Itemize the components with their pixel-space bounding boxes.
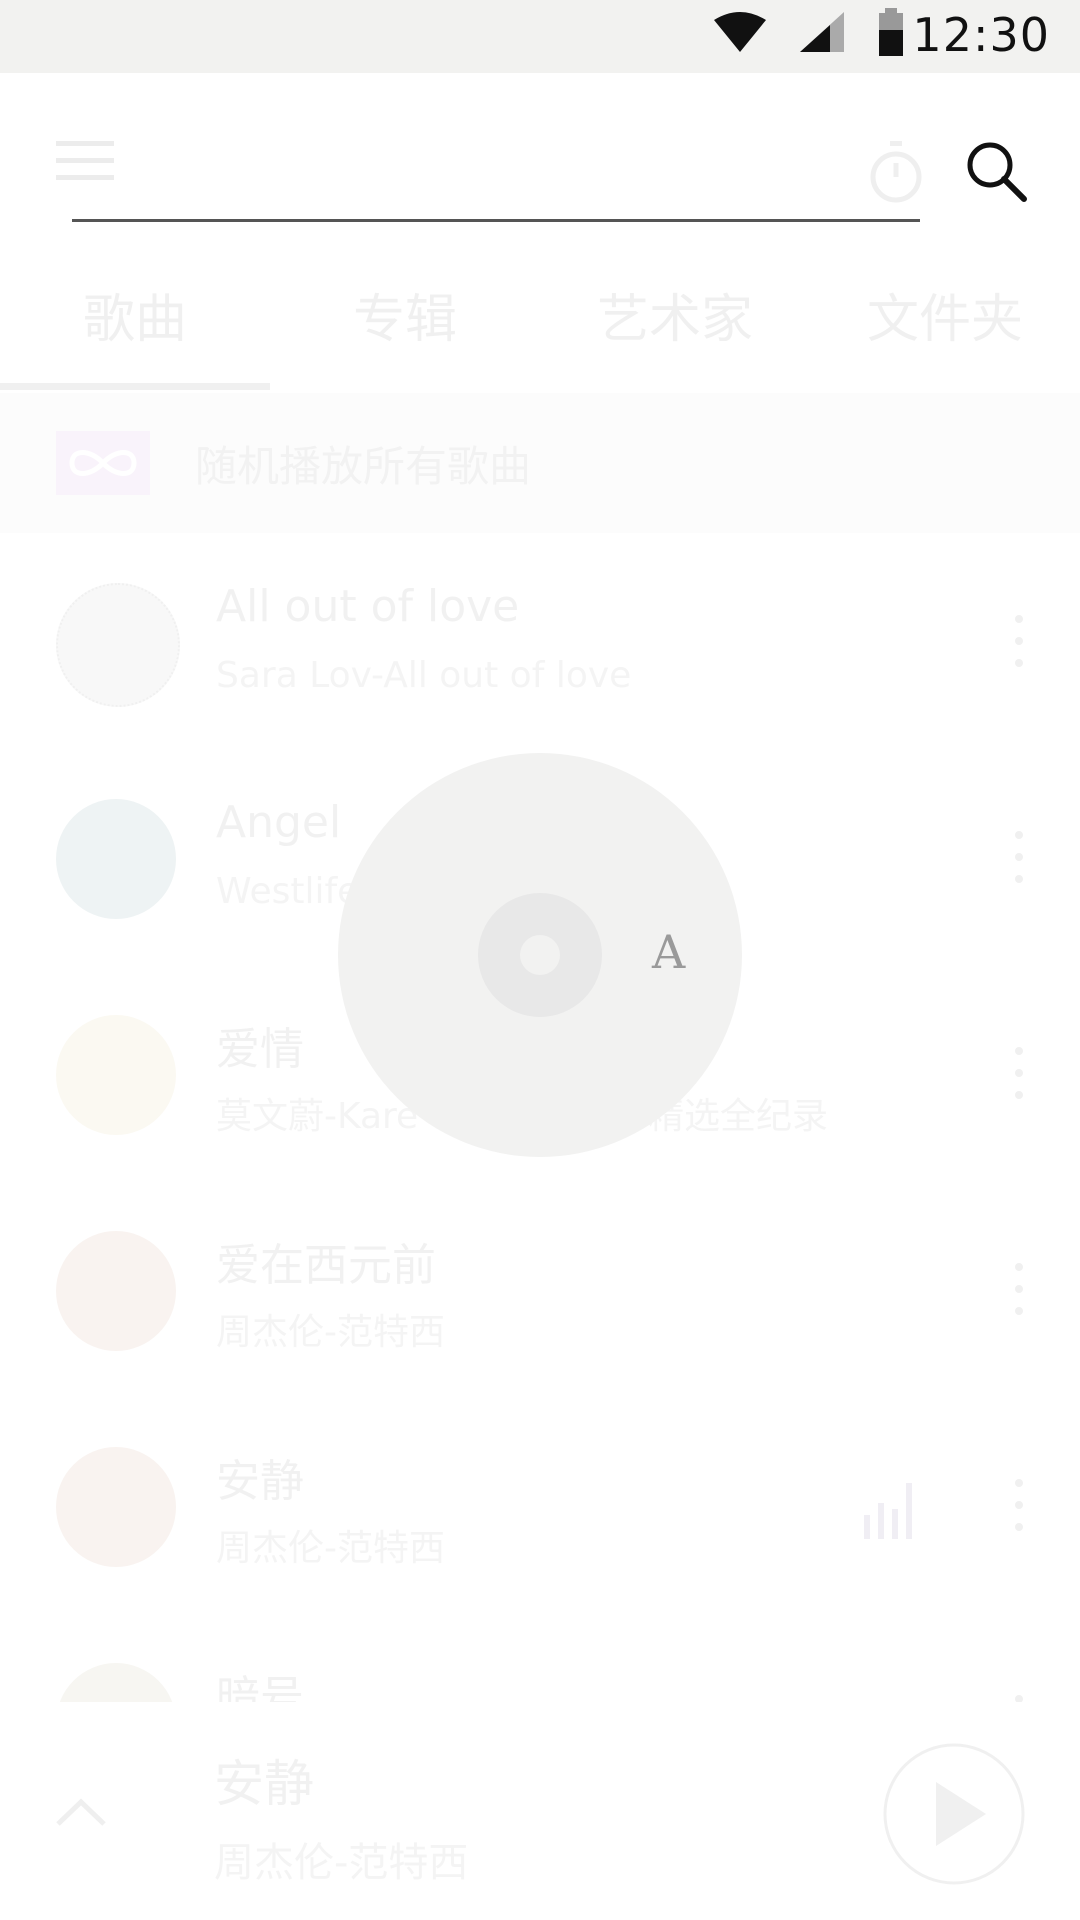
battery-icon [879, 8, 903, 56]
song-subtitle: Westlife [216, 871, 360, 912]
song-title: All out of love [216, 581, 520, 632]
play-icon [936, 1782, 986, 1846]
song-title: 安静 [216, 1456, 304, 1507]
tab-indicator [0, 383, 270, 390]
now-playing-bars-icon [864, 1483, 912, 1539]
album-art [56, 1015, 176, 1135]
song-row[interactable]: All out of love Sara Lov-All out of love [0, 533, 1080, 749]
tab-bar: 歌曲 专辑 艺术家 文件夹 [0, 268, 1080, 390]
song-row[interactable]: 爱在西元前 周杰伦-范特西 [0, 1181, 1080, 1397]
search-icon[interactable] [962, 137, 1032, 207]
song-title: 爱在西元前 [216, 1240, 436, 1291]
shuffle-all-label: 随机播放所有歌曲 [195, 442, 532, 491]
shuffle-infinity-icon [56, 431, 150, 495]
now-playing-bar[interactable]: 安静 周杰伦-范特西 [0, 1702, 1080, 1920]
song-title: 爱情 [216, 1024, 304, 1075]
status-bar: 12:30 [0, 0, 1080, 73]
song-subtitle: Sara Lov-All out of love [216, 655, 632, 696]
menu-icon[interactable] [56, 141, 114, 181]
more-vert-icon[interactable] [1012, 831, 1024, 885]
play-button[interactable] [882, 1742, 1026, 1886]
more-vert-icon[interactable] [1012, 615, 1024, 669]
album-art [56, 799, 176, 919]
shuffle-all-row[interactable]: 随机播放所有歌曲 [0, 393, 1080, 533]
toolbar [0, 73, 1080, 233]
album-art [56, 1231, 176, 1351]
album-art [56, 583, 180, 707]
search-input[interactable] [72, 219, 920, 222]
disc-ring [478, 893, 602, 1017]
tab-folders[interactable]: 文件夹 [810, 268, 1080, 378]
more-vert-icon[interactable] [1012, 1479, 1024, 1533]
album-art [56, 1447, 176, 1567]
now-playing-title: 安静 [214, 1755, 314, 1813]
tab-albums[interactable]: 专辑 [270, 268, 540, 378]
signal-icon [800, 12, 844, 52]
now-playing-subtitle: 周杰伦-范特西 [214, 1840, 469, 1886]
music-app-screen: 12:30 歌曲 专辑 艺术家 文件夹 随机播放所有歌曲 All out of … [0, 0, 1080, 1920]
song-row[interactable]: 安静 周杰伦-范特西 [0, 1397, 1080, 1613]
song-subtitle: 莫文蔚-Kare [216, 1096, 419, 1137]
tab-songs[interactable]: 歌曲 [0, 268, 270, 378]
song-subtitle: 周杰伦-范特西 [216, 1312, 445, 1353]
disc-hole [520, 935, 560, 975]
wifi-icon [714, 12, 766, 52]
tab-artists[interactable]: 艺术家 [540, 268, 810, 378]
expand-up-icon[interactable] [54, 1794, 108, 1830]
timer-icon[interactable] [868, 139, 924, 205]
song-subtitle: 周杰伦-范特西 [216, 1528, 445, 1569]
index-popup-disc: A [338, 753, 742, 1157]
index-letter: A [652, 925, 686, 979]
song-title: Angel [216, 797, 342, 848]
status-time: 12:30 [912, 8, 1050, 62]
more-vert-icon[interactable] [1012, 1263, 1024, 1317]
more-vert-icon[interactable] [1012, 1047, 1024, 1101]
